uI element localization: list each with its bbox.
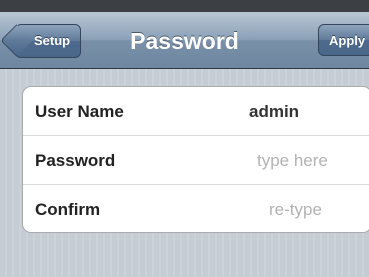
password-label: Password: [35, 151, 116, 170]
username-value: admin: [249, 102, 300, 121]
password-row[interactable]: Password: [23, 136, 369, 185]
username-row: User Name admin: [23, 87, 369, 136]
navigation-bar: Setup Password Apply: [0, 0, 369, 69]
password-form: User Name admin Password Confirm: [22, 86, 369, 233]
username-label: User Name: [35, 102, 124, 121]
confirm-password-input[interactable]: [269, 200, 369, 220]
confirm-label: Confirm: [35, 200, 101, 219]
password-input[interactable]: [257, 151, 367, 171]
setup-back-button[interactable]: Setup: [15, 24, 82, 58]
confirm-row[interactable]: Confirm: [23, 185, 369, 232]
apply-button[interactable]: Apply: [318, 24, 369, 56]
